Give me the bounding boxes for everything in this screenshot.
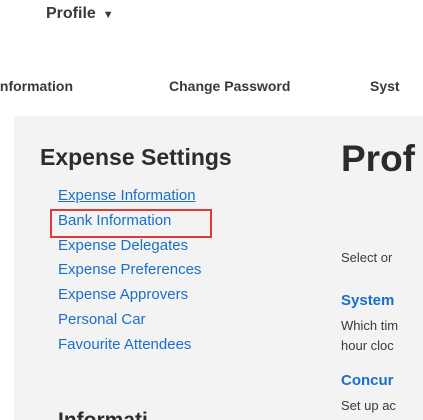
system-settings-desc-line-1: Which tim [341,318,399,333]
chevron-down-icon: ▼ [102,9,114,21]
system-settings-link[interactable]: System [341,292,394,309]
concur-settings-desc-line-1: Set up ac [341,398,396,413]
sidebar-item-expense-delegates[interactable]: Expense Delegates [58,236,201,261]
sidebar-item-expense-preferences[interactable]: Expense Preferences [58,260,201,285]
highlight-box [50,209,212,238]
settings-panel: Expense Settings Expense Information Ban… [14,116,423,420]
profile-menu-label: Profile [46,5,96,22]
main-intro-text: Select or [341,250,393,265]
tab-system[interactable]: Syst [370,78,400,94]
sidebar-item-expense-information[interactable]: Expense Information [58,186,201,211]
page-title: Prof [341,138,415,179]
sidebar-section-title-partial: Informati [58,409,148,420]
sidebar-item-favourite-attendees[interactable]: Favourite Attendees [58,335,201,360]
tab-change-password[interactable]: Change Password [169,78,290,94]
concur-settings-link[interactable]: Concur [341,372,394,389]
tab-information[interactable]: Information [0,78,73,94]
sidebar-item-expense-approvers[interactable]: Expense Approvers [58,285,201,310]
sidebar-title: Expense Settings [40,144,232,170]
system-settings-desc-line-2: hour cloc [341,338,394,353]
sidebar-item-personal-car[interactable]: Personal Car [58,310,201,335]
profile-menu[interactable]: Profile ▼ [46,5,114,23]
tab-bar: Information Change Password Syst [0,68,423,108]
